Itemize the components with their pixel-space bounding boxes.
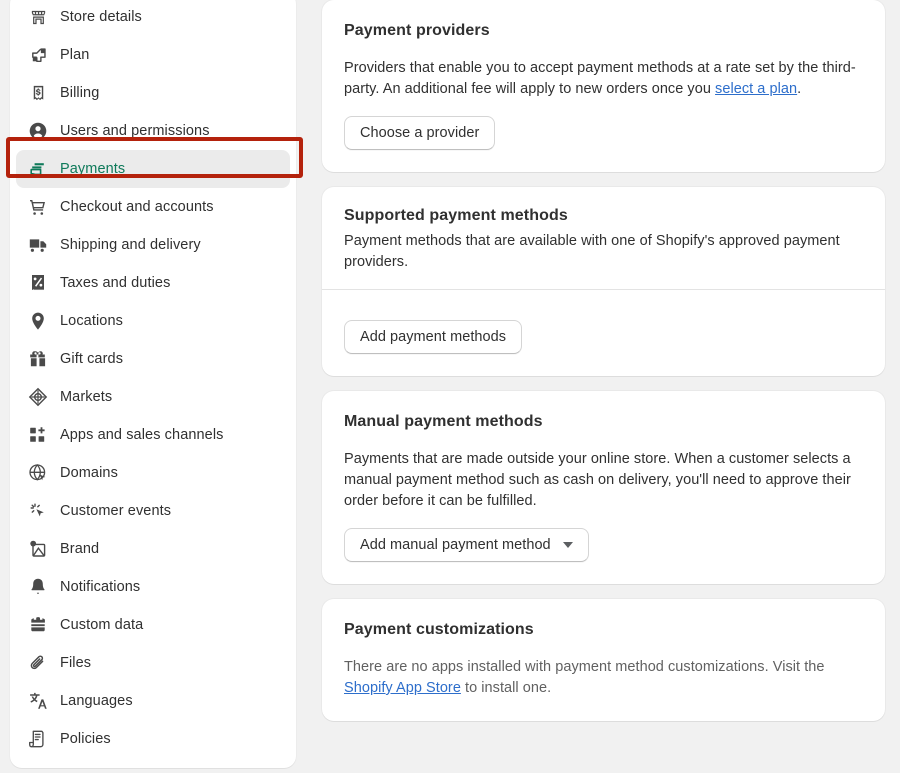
sidebar-item-languages[interactable]: Languages	[16, 682, 290, 720]
sidebar-item-plan[interactable]: Plan	[16, 36, 290, 74]
choose-a-provider-button[interactable]: Choose a provider	[344, 116, 496, 150]
sidebar-item-notifications[interactable]: Notifications	[16, 568, 290, 606]
sidebar-item-label: Notifications	[60, 579, 141, 595]
sidebar-item-label: Files	[60, 655, 92, 671]
truck-icon	[28, 235, 48, 255]
paperclip-icon	[28, 653, 48, 673]
sidebar-item-payments[interactable]: Payments	[16, 150, 290, 188]
shopify-app-store-link[interactable]: Shopify App Store	[344, 680, 461, 696]
select-a-plan-link[interactable]: select a plan	[715, 81, 797, 97]
languages-icon	[28, 691, 48, 711]
sidebar-item-files[interactable]: Files	[16, 644, 290, 682]
policies-icon	[28, 729, 48, 749]
sidebar-item-label: Plan	[60, 47, 90, 63]
sidebar-item-custom-data[interactable]: Custom data	[16, 606, 290, 644]
sidebar-item-label: Store details	[60, 9, 142, 25]
sidebar-item-label: Taxes and duties	[60, 275, 171, 291]
sidebar-item-label: Languages	[60, 693, 133, 709]
payment-providers-card: Payment providers Providers that enable …	[322, 0, 885, 172]
sidebar-item-apps-and-sales-channels[interactable]: Apps and sales channels	[16, 416, 290, 454]
billing-icon	[28, 83, 48, 103]
plan-icon	[28, 45, 48, 65]
sidebar-item-customer-events[interactable]: Customer events	[16, 492, 290, 530]
sidebar-item-users-and-permissions[interactable]: Users and permissions	[16, 112, 290, 150]
manual-payment-methods-description: Payments that are made outside your onli…	[344, 451, 851, 509]
sidebar-item-label: Apps and sales channels	[60, 427, 224, 443]
sidebar-item-label: Users and permissions	[60, 123, 210, 139]
add-payment-methods-button[interactable]: Add payment methods	[344, 320, 523, 354]
payment-customizations-title: Payment customizations	[344, 621, 534, 638]
tax-icon	[28, 273, 48, 293]
bell-icon	[28, 577, 48, 597]
payments-icon	[28, 159, 48, 179]
sidebar-item-label: Locations	[60, 313, 123, 329]
sidebar-item-checkout-and-accounts[interactable]: Checkout and accounts	[16, 188, 290, 226]
chevron-down-icon	[562, 542, 573, 548]
sidebar-item-domains[interactable]: Domains	[16, 454, 290, 492]
sidebar-item-brand[interactable]: Brand	[16, 530, 290, 568]
gift-icon	[28, 349, 48, 369]
sidebar-item-label: Custom data	[60, 617, 144, 633]
brand-image-icon	[28, 539, 48, 559]
payment-customizations-description-part1: There are no apps installed with payment…	[344, 659, 825, 675]
markets-icon	[28, 387, 48, 407]
sidebar-item-locations[interactable]: Locations	[16, 302, 290, 340]
sidebar-item-label: Customer events	[60, 503, 172, 519]
store-icon	[28, 7, 48, 27]
sidebar-item-label: Billing	[60, 85, 100, 101]
sidebar-item-label: Markets	[60, 389, 113, 405]
payment-providers-description: Providers that enable you to accept paym…	[344, 58, 863, 100]
settings-payments-page: Store details Plan Billing Users and permis…	[0, 0, 900, 773]
supported-payment-methods-card: Supported payment methods Payment method…	[322, 187, 885, 376]
customer-events-icon	[28, 501, 48, 521]
manual-payment-methods-title: Manual payment methods	[344, 413, 543, 430]
payment-customizations-card: Payment customizations There are no apps…	[322, 599, 885, 721]
manual-payment-methods-card: Manual payment methods Payments that are…	[322, 391, 885, 584]
payment-providers-title: Payment providers	[344, 22, 490, 39]
sidebar-item-shipping-and-delivery[interactable]: Shipping and delivery	[16, 226, 290, 264]
sidebar-item-label: Checkout and accounts	[60, 199, 214, 215]
sidebar-item-label: Domains	[60, 465, 118, 481]
sidebar-item-billing[interactable]: Billing	[16, 74, 290, 112]
sidebar-item-markets[interactable]: Markets	[16, 378, 290, 416]
location-pin-icon	[28, 311, 48, 331]
sidebar-item-label: Gift cards	[60, 351, 124, 367]
supported-payment-methods-description: Payment methods that are available with …	[344, 233, 840, 270]
custom-data-icon	[28, 615, 48, 635]
cart-icon	[28, 197, 48, 217]
apps-icon	[28, 425, 48, 445]
sidebar-item-policies[interactable]: Policies	[16, 720, 290, 758]
sidebar-item-taxes-and-duties[interactable]: Taxes and duties	[16, 264, 290, 302]
sidebar-item-store-details[interactable]: Store details	[16, 0, 290, 36]
domain-globe-icon	[28, 463, 48, 483]
payment-providers-description-part2: .	[797, 81, 802, 97]
user-icon	[28, 121, 48, 141]
payments-main-content: Payment providers Providers that enable …	[322, 0, 885, 736]
sidebar-item-label: Policies	[60, 731, 111, 747]
payment-customizations-description: There are no apps installed with payment…	[344, 657, 863, 699]
payment-customizations-description-part2: to install one.	[460, 680, 552, 696]
settings-sidebar: Store details Plan Billing Users and permis…	[6, 0, 303, 768]
sidebar-item-gift-cards[interactable]: Gift cards	[16, 340, 290, 378]
sidebar-item-label: Payments	[60, 161, 126, 177]
add-manual-payment-method-button[interactable]: Add manual payment method	[344, 528, 589, 562]
supported-payment-methods-title: Supported payment methods	[344, 207, 568, 224]
sidebar-item-label: Brand	[60, 541, 100, 557]
settings-nav-list: Store details Plan Billing Users and permis…	[10, 0, 296, 768]
add-manual-payment-method-label: Add manual payment method	[360, 537, 551, 553]
sidebar-item-label: Shipping and delivery	[60, 237, 201, 253]
